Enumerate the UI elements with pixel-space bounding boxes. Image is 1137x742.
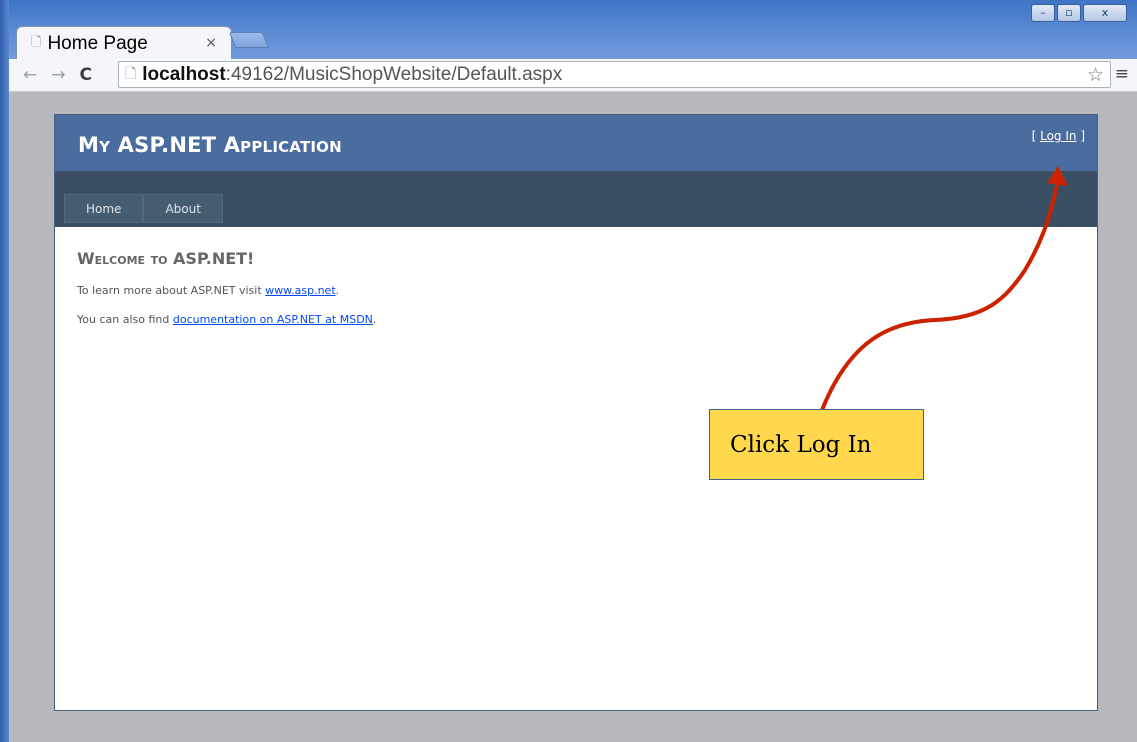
text: You can also find bbox=[77, 313, 173, 326]
login-display: [ Log In ] bbox=[1032, 129, 1085, 143]
window-frame bbox=[0, 0, 9, 742]
forward-icon[interactable]: → bbox=[51, 65, 65, 85]
page-icon: 🗋 bbox=[31, 34, 42, 50]
annotation-callout: Click Log In bbox=[709, 409, 924, 480]
site-title: My ASP.NET Application bbox=[78, 133, 342, 157]
menu-item-about[interactable]: About bbox=[143, 194, 223, 223]
nav-bar: Home About bbox=[55, 171, 1097, 227]
site-container: My ASP.NET Application [ Log In ] Home A… bbox=[54, 114, 1098, 711]
close-window-icon[interactable]: x bbox=[1083, 4, 1127, 22]
paragraph-learn-more: To learn more about ASP.NET visit www.as… bbox=[77, 284, 1075, 297]
page-icon: 🗋 bbox=[125, 65, 137, 82]
new-tab-button[interactable] bbox=[228, 32, 270, 48]
reload-icon[interactable]: C bbox=[80, 65, 92, 85]
text: . bbox=[335, 284, 340, 297]
page-heading: Welcome to ASP.NET! bbox=[77, 249, 255, 268]
address-bar[interactable]: 🗋 localhost:49162/MusicShopWebsite/Defau… bbox=[118, 61, 1111, 88]
menu-item-home[interactable]: Home bbox=[64, 194, 144, 223]
login-bracket-close: ] bbox=[1076, 129, 1085, 143]
browser-tab[interactable]: 🗋 Home Page × bbox=[16, 26, 232, 60]
main-menu: Home About bbox=[64, 194, 223, 223]
text: . bbox=[372, 313, 377, 326]
back-icon[interactable]: ← bbox=[23, 65, 37, 85]
minimize-icon[interactable]: – bbox=[1031, 4, 1055, 22]
login-link[interactable]: Log In bbox=[1040, 129, 1076, 143]
url-path: :49162/MusicShopWebsite/Default.aspx bbox=[225, 63, 563, 85]
login-bracket-open: [ bbox=[1031, 129, 1041, 143]
window-controls: – ▫ x bbox=[1031, 4, 1127, 22]
paragraph-documentation: You can also find documentation on ASP.N… bbox=[77, 313, 1075, 326]
maximize-icon[interactable]: ▫ bbox=[1057, 4, 1081, 22]
page-viewport: My ASP.NET Application [ Log In ] Home A… bbox=[9, 92, 1137, 742]
site-header: My ASP.NET Application [ Log In ] bbox=[55, 115, 1097, 171]
close-tab-icon[interactable]: × bbox=[205, 35, 217, 51]
tab-title: Home Page bbox=[47, 32, 148, 54]
asp-net-link[interactable]: www.asp.net bbox=[265, 284, 335, 297]
menu-icon[interactable]: ≡ bbox=[1115, 64, 1129, 84]
main-content: Welcome to ASP.NET! To learn more about … bbox=[55, 227, 1097, 364]
msdn-documentation-link[interactable]: documentation on ASP.NET at MSDN bbox=[173, 313, 373, 326]
url-host: localhost bbox=[142, 63, 226, 85]
bookmark-star-icon[interactable]: ☆ bbox=[1087, 64, 1104, 86]
text: To learn more about ASP.NET visit bbox=[77, 284, 266, 297]
browser-toolbar: ← → C 🗋 localhost:49162/MusicShopWebsite… bbox=[9, 59, 1137, 92]
